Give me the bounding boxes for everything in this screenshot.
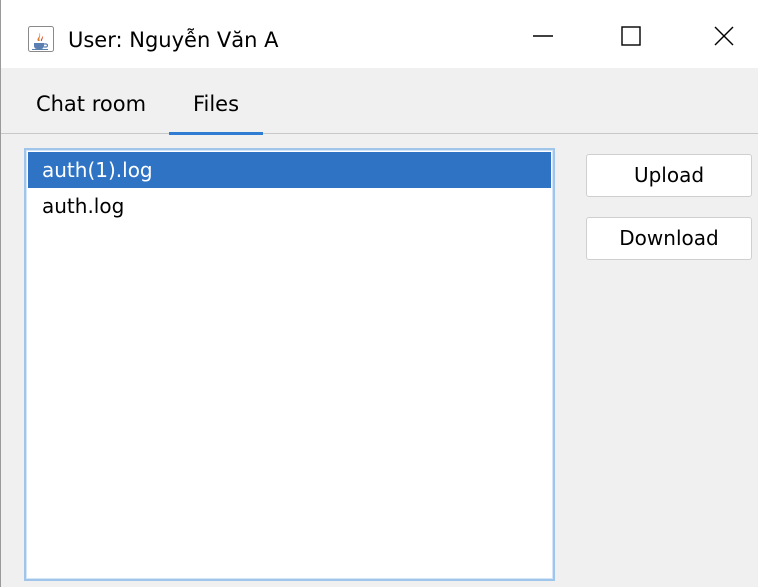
tab-label: Files [192,92,240,116]
tab-files[interactable]: Files [169,68,263,135]
list-item[interactable]: auth.log [28,188,551,224]
app-window: User: Nguyễn Văn A Chat room Files auth(… [0,0,758,587]
tab-chat-room[interactable]: Chat room [21,68,161,134]
list-item[interactable]: auth(1).log [28,152,551,188]
download-button[interactable]: Download [586,217,752,260]
file-list[interactable]: auth(1).log auth.log [24,148,555,581]
close-icon [712,24,736,52]
window-title: User: Nguyễn Văn A [68,28,279,52]
java-cup-icon [28,26,54,52]
minimize-button[interactable] [501,10,585,66]
title-bar[interactable]: User: Nguyễn Văn A [1,0,758,68]
tab-bar: Chat room Files [1,68,758,135]
upload-button[interactable]: Upload [586,154,752,197]
maximize-button[interactable] [589,10,673,66]
minimize-icon [531,24,555,52]
close-button[interactable] [682,10,758,66]
tab-label: Chat room [35,92,147,116]
maximize-icon [619,24,643,52]
active-tab-indicator [169,132,263,135]
